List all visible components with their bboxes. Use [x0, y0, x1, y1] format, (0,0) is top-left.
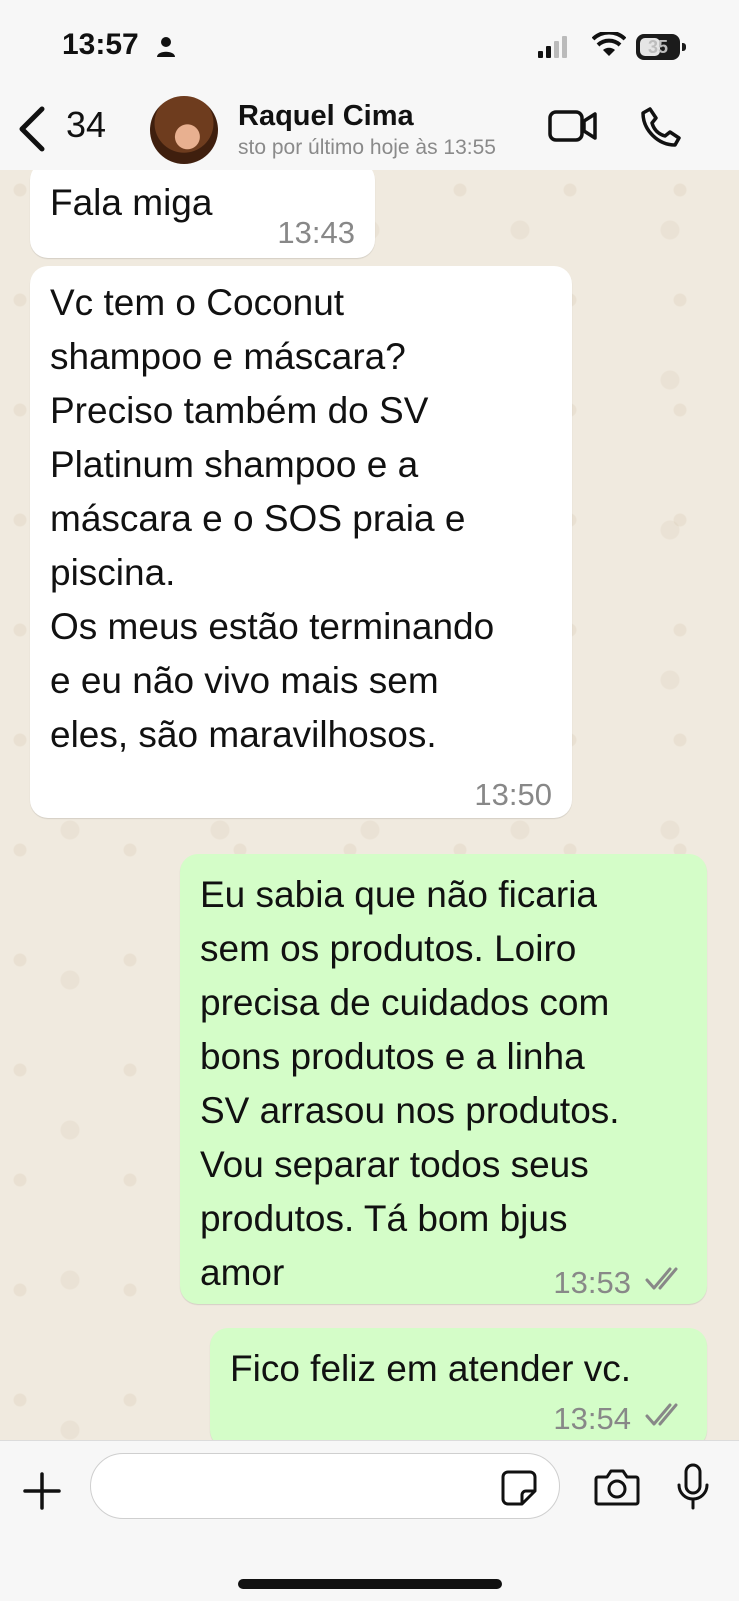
chat-header: 13:57 35 34 Raquel Cima sto por último h…: [0, 0, 739, 171]
contact-name[interactable]: Raquel Cima: [238, 100, 414, 133]
person-icon: [157, 37, 175, 57]
phone-icon[interactable]: [640, 106, 682, 148]
battery-icon: 35: [636, 34, 686, 60]
message-bubble-outgoing[interactable]: Fico feliz em atender vc. 13:54: [210, 1328, 707, 1440]
message-input-bar: [0, 1440, 739, 1601]
wifi-icon: [592, 32, 626, 56]
chat-area[interactable]: Fala miga 13:43 Vc tem o Coconut shampoo…: [0, 170, 739, 1440]
last-seen: sto por último hoje às 13:55: [238, 136, 496, 159]
camera-icon[interactable]: [594, 1467, 640, 1507]
battery-level: 35: [647, 37, 669, 57]
unread-count: 34: [66, 104, 107, 145]
message-bubble-incoming[interactable]: Fala miga 13:43: [30, 170, 375, 258]
avatar[interactable]: [150, 96, 218, 164]
status-time: 13:57: [62, 28, 139, 61]
message-text: Fico feliz em atender vc.: [230, 1348, 631, 1389]
message-time: 13:50: [474, 777, 552, 812]
home-indicator: [238, 1579, 502, 1589]
read-ticks-icon: [645, 1403, 678, 1426]
message-time: 13:43: [277, 215, 355, 250]
message-bubble-outgoing[interactable]: Eu sabia que não ficaria sem os produtos…: [180, 854, 707, 1304]
chevron-left-icon: [19, 106, 45, 152]
plus-icon[interactable]: [22, 1471, 62, 1511]
message-input[interactable]: [90, 1453, 560, 1519]
message-time: 13:53: [553, 1265, 631, 1300]
message-time: 13:54: [553, 1401, 631, 1436]
read-ticks-icon: [645, 1267, 678, 1290]
signal-icon: [538, 36, 567, 58]
message-text: Eu sabia que não ficaria sem os produtos…: [200, 874, 620, 1293]
back-button[interactable]: 34: [14, 100, 124, 156]
message-bubble-incoming[interactable]: Vc tem o Coconut shampoo e máscara? Prec…: [30, 266, 572, 818]
message-text: Vc tem o Coconut shampoo e máscara? Prec…: [50, 282, 495, 755]
microphone-icon[interactable]: [676, 1463, 710, 1511]
sticker-icon[interactable]: [500, 1469, 538, 1507]
video-call-icon[interactable]: [548, 108, 598, 144]
